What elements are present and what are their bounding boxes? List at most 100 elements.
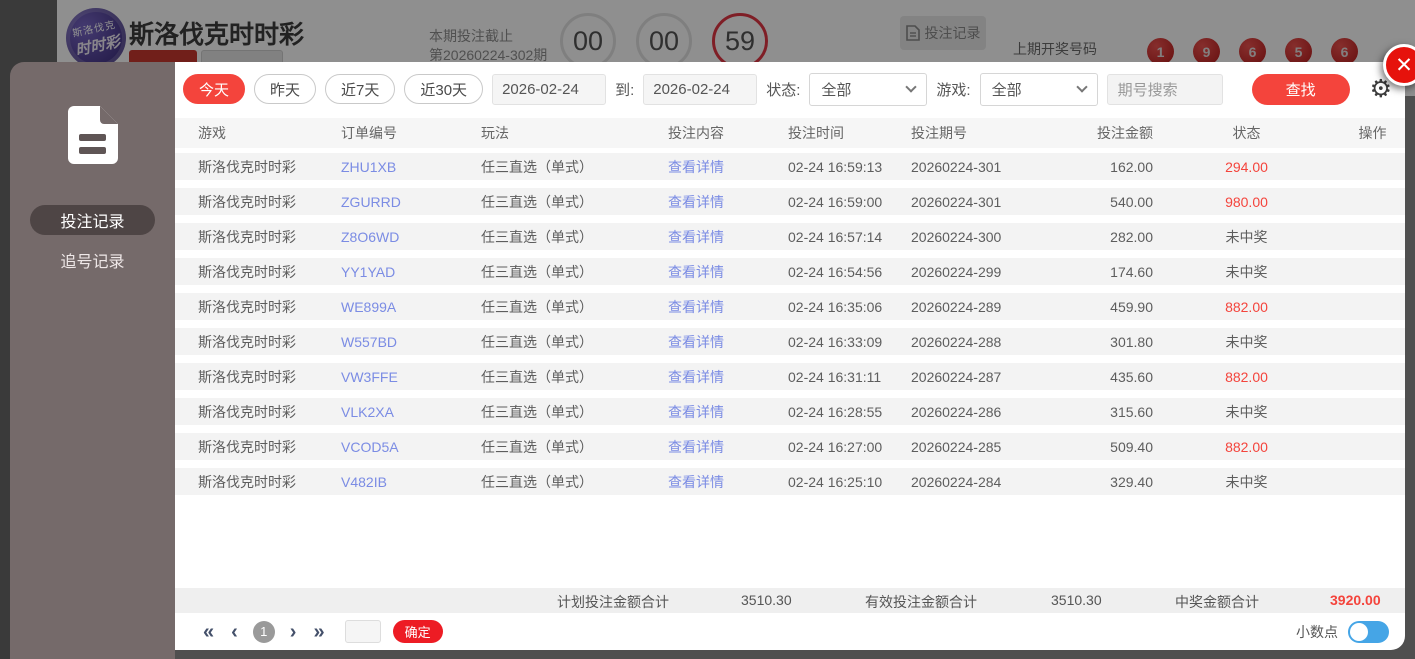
table-row: 斯洛伐克时时彩 YY1YAD 任三直选（单式） 查看详情 02-24 16:54… <box>175 258 1405 285</box>
date-from-input[interactable]: 2026-02-24 <box>492 73 607 105</box>
cell-period: 20260224-285 <box>911 438 1002 455</box>
first-page-icon[interactable]: « <box>203 622 214 642</box>
planned-total-value: 3510.30 <box>741 592 792 608</box>
cell-bet-time: 02-24 16:57:14 <box>788 228 883 245</box>
cell-amount: 174.60 <box>1110 263 1153 280</box>
cell-order-id-link[interactable]: VW3FFE <box>341 369 481 385</box>
cell-status: 未中奖 <box>1225 263 1268 280</box>
cell-game: 斯洛伐克时时彩 <box>198 228 296 245</box>
cell-game: 斯洛伐克时时彩 <box>198 193 296 210</box>
view-details-link[interactable]: 查看详情 <box>668 157 788 177</box>
decimal-toggle[interactable] <box>1348 620 1389 643</box>
quick-range-buttons: 今天 昨天 近7天 近30天 <box>183 74 484 104</box>
cell-play-type: 任三直选（单式） <box>481 228 593 245</box>
cell-period: 20260224-287 <box>911 368 1002 385</box>
table-row: 斯洛伐克时时彩 ZHU1XB 任三直选（单式） 查看详情 02-24 16:59… <box>175 153 1405 180</box>
cell-bet-time: 02-24 16:59:00 <box>788 193 883 210</box>
cell-game: 斯洛伐克时时彩 <box>198 263 296 280</box>
planned-total-label: 计划投注金额合计 <box>557 594 669 610</box>
cell-order-id-link[interactable]: Z8O6WD <box>341 229 481 245</box>
cell-play-type: 任三直选（单式） <box>481 193 593 210</box>
table-row: 斯洛伐克时时彩 VLK2XA 任三直选（单式） 查看详情 02-24 16:28… <box>175 398 1405 425</box>
filter-bar: 今天 昨天 近7天 近30天 2026-02-24 到: 2026-02-24 状态:… <box>183 70 1397 108</box>
to-label: 到: <box>615 81 635 99</box>
current-page-badge[interactable]: 1 <box>252 620 275 643</box>
table-header: 游戏 订单编号 玩法 投注内容 投注时间 投注期号 投注金额 状态 操作 <box>175 118 1405 148</box>
cell-period: 20260224-288 <box>911 333 1002 350</box>
period-search-input[interactable]: 期号搜索 <box>1106 73 1223 105</box>
cell-period: 20260224-299 <box>911 263 1002 280</box>
view-details-link[interactable]: 查看详情 <box>668 402 788 422</box>
table-row: 斯洛伐克时时彩 ZGURRD 任三直选（单式） 查看详情 02-24 16:59… <box>175 188 1405 215</box>
quick-range-button[interactable]: 近30天 <box>404 74 484 104</box>
cell-status: 未中奖 <box>1225 228 1268 245</box>
cell-period: 20260224-300 <box>911 228 1002 245</box>
view-details-link[interactable]: 查看详情 <box>668 472 788 492</box>
table-row: 斯洛伐克时时彩 VCOD5A 任三直选（单式） 查看详情 02-24 16:27… <box>175 433 1405 460</box>
cell-status: 294.00 <box>1225 158 1268 175</box>
sidebar-item-chase-records[interactable]: 追号记录 <box>10 247 175 273</box>
search-button[interactable]: 查找 <box>1251 73 1350 105</box>
cell-game: 斯洛伐克时时彩 <box>198 473 296 490</box>
bet-records-dialog: 今天 昨天 近7天 近30天 2026-02-24 到: 2026-02-24 状态:… <box>175 62 1405 650</box>
cell-order-id-link[interactable]: ZHU1XB <box>341 159 481 175</box>
last-page-icon[interactable]: » <box>313 622 324 642</box>
table-row: 斯洛伐克时时彩 W557BD 任三直选（单式） 查看详情 02-24 16:33… <box>175 328 1405 355</box>
view-details-link[interactable]: 查看详情 <box>668 437 788 457</box>
cell-order-id-link[interactable]: YY1YAD <box>341 264 481 280</box>
cell-order-id-link[interactable]: ZGURRD <box>341 194 481 210</box>
view-details-link[interactable]: 查看详情 <box>668 262 788 282</box>
prev-page-icon[interactable]: ‹ <box>231 622 238 642</box>
view-details-link[interactable]: 查看详情 <box>668 367 788 387</box>
summary-bar: 计划投注金额合计 3510.30 有效投注金额合计 3510.30 中奖金额合计… <box>175 588 1405 613</box>
toggle-knob <box>1350 622 1368 641</box>
view-details-link[interactable]: 查看详情 <box>668 227 788 247</box>
decimal-toggle-label: 小数点 <box>1296 623 1338 640</box>
cell-period: 20260224-301 <box>911 158 1002 175</box>
quick-range-button[interactable]: 今天 <box>183 74 246 104</box>
quick-range-button[interactable]: 昨天 <box>254 74 317 104</box>
cell-status: 882.00 <box>1225 368 1268 385</box>
table-row: 斯洛伐克时时彩 VW3FFE 任三直选（单式） 查看详情 02-24 16:31… <box>175 363 1405 390</box>
cell-order-id-link[interactable]: WE899A <box>341 299 481 315</box>
cell-order-id-link[interactable]: VLK2XA <box>341 404 481 420</box>
view-details-link[interactable]: 查看详情 <box>668 297 788 317</box>
cell-game: 斯洛伐克时时彩 <box>198 403 296 420</box>
cell-order-id-link[interactable]: V482IB <box>341 474 481 490</box>
cell-status: 未中奖 <box>1225 473 1268 490</box>
status-select-value: 全部 <box>821 81 852 99</box>
cell-game: 斯洛伐克时时彩 <box>198 368 296 385</box>
page-jump-confirm-button[interactable]: 确定 <box>392 620 443 643</box>
cell-period: 20260224-301 <box>911 193 1002 210</box>
win-total-label: 中奖金额合计 <box>1175 594 1259 610</box>
sidebar-item-bet-records[interactable]: 投注记录 <box>30 205 155 235</box>
status-label: 状态: <box>766 81 801 99</box>
cell-play-type: 任三直选（单式） <box>481 263 593 280</box>
status-select[interactable]: 全部 <box>809 72 928 106</box>
view-details-link[interactable]: 查看详情 <box>668 192 788 212</box>
bet-record-icon <box>68 106 118 164</box>
cell-order-id-link[interactable]: W557BD <box>341 334 481 350</box>
cell-bet-time: 02-24 16:27:00 <box>788 438 883 455</box>
cell-period: 20260224-286 <box>911 403 1002 420</box>
game-select[interactable]: 全部 <box>979 72 1098 106</box>
column-header: 投注金额 <box>1097 125 1153 141</box>
cell-order-id-link[interactable]: VCOD5A <box>341 439 481 455</box>
cell-game: 斯洛伐克时时彩 <box>198 158 296 175</box>
column-header: 投注期号 <box>911 125 967 141</box>
view-details-link[interactable]: 查看详情 <box>668 332 788 352</box>
cell-period: 20260224-284 <box>911 473 1002 490</box>
cell-amount: 435.60 <box>1110 368 1153 385</box>
cell-amount: 162.00 <box>1110 158 1153 175</box>
date-to-input[interactable]: 2026-02-24 <box>643 73 758 105</box>
cell-bet-time: 02-24 16:28:55 <box>788 403 883 420</box>
cell-play-type: 任三直选（单式） <box>481 368 593 385</box>
cell-play-type: 任三直选（单式） <box>481 298 593 315</box>
next-page-icon[interactable]: › <box>290 622 297 642</box>
column-header: 操作 <box>1358 125 1387 141</box>
page-jump-input[interactable] <box>344 620 381 643</box>
cell-amount: 540.00 <box>1110 193 1153 210</box>
cell-play-type: 任三直选（单式） <box>481 403 593 420</box>
column-header: 游戏 <box>198 125 226 141</box>
quick-range-button[interactable]: 近7天 <box>325 74 396 104</box>
